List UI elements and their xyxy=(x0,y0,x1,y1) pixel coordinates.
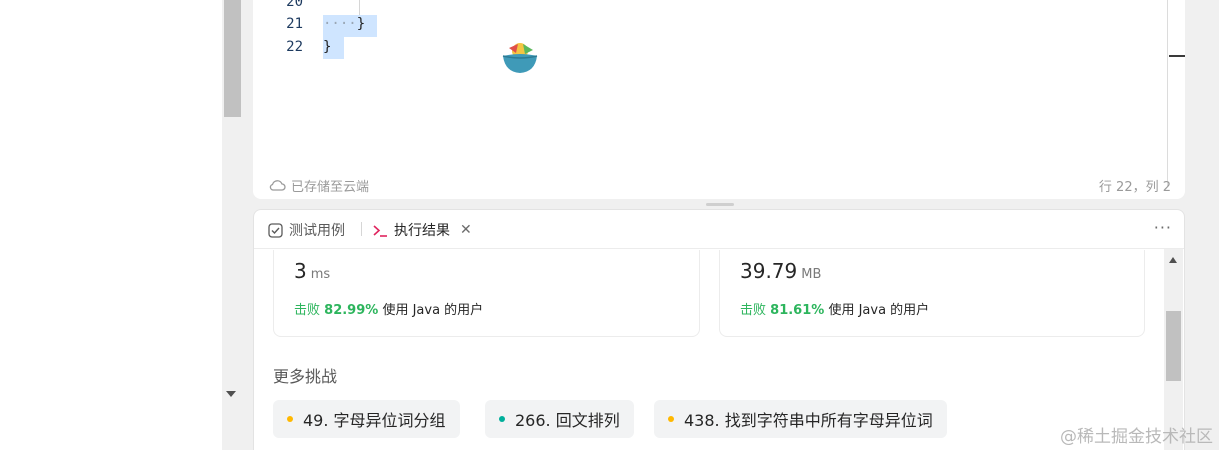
close-icon[interactable]: ✕ xyxy=(460,222,472,238)
code-token: } xyxy=(356,16,366,32)
code-editor[interactable]: 20 21 ····} 22 } 已存储至云端 行 22，列 2 xyxy=(253,0,1185,199)
runtime-value: 3 ms xyxy=(294,259,330,283)
scroll-down-arrow-icon[interactable] xyxy=(226,391,236,397)
tab-test-cases[interactable]: 测试用例 xyxy=(268,219,345,241)
tab-execution-result[interactable]: 执行结果 ✕ xyxy=(372,219,472,241)
code-line[interactable]: } xyxy=(323,39,331,55)
watermark: @稀土掘金技术社区 xyxy=(1060,427,1213,447)
panel-resize-handle[interactable] xyxy=(706,203,734,206)
runtime-card[interactable]: 3 ms 击败 82.99% 使用 Java 的用户 xyxy=(273,250,700,337)
beat-percent: 82.99% xyxy=(324,303,379,318)
difficulty-dot-icon xyxy=(287,416,293,422)
difficulty-dot-icon xyxy=(499,416,505,422)
line-number: 22 xyxy=(286,39,303,55)
difficulty-dot-icon xyxy=(668,416,674,422)
memory-beat-text: 击败 81.61% 使用 Java 的用户 xyxy=(740,299,929,318)
code-token: } xyxy=(323,39,332,55)
indent-guide xyxy=(359,0,360,16)
challenge-label: 266. 回文排列 xyxy=(515,411,620,430)
beat-prefix: 击败 xyxy=(740,303,767,318)
editor-status-bar: 已存储至云端 行 22，列 2 xyxy=(253,172,1185,199)
memory-card[interactable]: 39.79 MB 击败 81.61% 使用 Java 的用户 xyxy=(719,250,1145,337)
overview-ruler-marker xyxy=(1169,55,1185,57)
result-panel: 测试用例 执行结果 ✕ ··· 3 ms 击败 82.99% 使用 Java 的用… xyxy=(253,209,1185,450)
saved-status: 已存储至云端 xyxy=(291,180,370,195)
memory-value: 39.79 MB xyxy=(740,259,821,283)
result-scrollbar[interactable] xyxy=(1164,249,1183,450)
outer-scrollbar-thumb[interactable] xyxy=(224,0,241,117)
whitespace-dots: ···· xyxy=(323,16,357,32)
cloud-icon xyxy=(269,180,286,191)
tab-separator xyxy=(361,222,362,236)
cursor-position: 行 22，列 2 xyxy=(1098,180,1171,195)
beat-prefix: 击败 xyxy=(294,303,321,318)
memory-number: 39.79 xyxy=(740,259,798,283)
beat-suffix: 使用 Java 的用户 xyxy=(828,303,930,318)
challenge-label: 49. 字母异位词分组 xyxy=(303,411,446,430)
outer-scrollbar[interactable] xyxy=(222,0,243,408)
line-number: 20 xyxy=(286,0,303,10)
runtime-unit: ms xyxy=(310,267,331,282)
runtime-number: 3 xyxy=(294,259,307,283)
challenge-chip[interactable]: 438. 找到字符串中所有字母异位词 xyxy=(654,400,947,438)
more-challenges-title: 更多挑战 xyxy=(273,367,338,386)
beat-percent: 81.61% xyxy=(770,303,825,318)
panel-gutter xyxy=(243,0,253,450)
challenge-chip[interactable]: 49. 字母异位词分组 xyxy=(273,400,460,438)
editor-divider xyxy=(1167,0,1168,186)
more-options-button[interactable]: ··· xyxy=(1154,218,1172,237)
tab-execution-result-label: 执行结果 xyxy=(394,223,450,239)
challenge-label: 438. 找到字符串中所有字母异位词 xyxy=(684,411,933,430)
result-scrollbar-thumb[interactable] xyxy=(1166,311,1181,381)
tab-test-cases-label: 测试用例 xyxy=(289,223,345,239)
mascot-bowl-icon xyxy=(502,43,538,73)
result-tabbar: 测试用例 执行结果 ✕ ··· xyxy=(254,210,1184,249)
runtime-beat-text: 击败 82.99% 使用 Java 的用户 xyxy=(294,299,483,318)
left-blank-area xyxy=(0,0,222,450)
code-line[interactable]: ····} xyxy=(323,16,365,32)
beat-suffix: 使用 Java 的用户 xyxy=(382,303,484,318)
scroll-up-arrow-icon[interactable] xyxy=(1169,257,1177,263)
challenge-chip[interactable]: 266. 回文排列 xyxy=(485,400,634,438)
terminal-icon xyxy=(373,224,387,237)
line-number: 21 xyxy=(286,16,303,32)
checkbox-icon xyxy=(268,222,283,238)
memory-unit: MB xyxy=(801,267,822,282)
